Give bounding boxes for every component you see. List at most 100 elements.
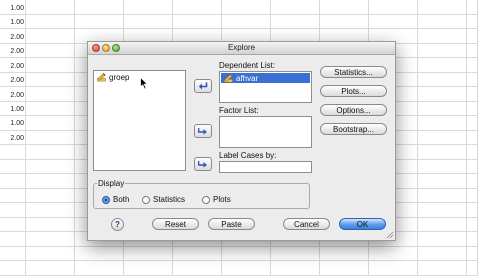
grid-cell[interactable]	[467, 203, 478, 218]
grid-cell[interactable]	[369, 14, 418, 29]
grid-cell[interactable]	[26, 174, 75, 189]
statistics-button[interactable]: Statistics...	[320, 66, 387, 78]
grid-cell[interactable]	[0, 174, 26, 189]
grid-cell[interactable]	[467, 232, 478, 247]
grid-cell[interactable]	[26, 116, 75, 131]
grid-cell[interactable]	[418, 246, 467, 261]
grid-cell[interactable]	[0, 217, 26, 232]
display-both-label[interactable]: Both	[113, 195, 129, 204]
grid-cell[interactable]	[467, 0, 478, 15]
display-statistics-label[interactable]: Statistics	[153, 195, 185, 204]
move-to-factor-button[interactable]	[194, 124, 212, 138]
cell-value[interactable]: 2.00	[0, 63, 24, 70]
grid-cell[interactable]	[467, 72, 478, 87]
grid-cell[interactable]	[222, 261, 271, 276]
grid-cell[interactable]	[418, 58, 467, 73]
help-button[interactable]: ?	[111, 218, 124, 231]
grid-cell[interactable]	[26, 58, 75, 73]
grid-cell[interactable]	[467, 159, 478, 174]
grid-cell[interactable]	[222, 14, 271, 29]
grid-cell[interactable]	[467, 174, 478, 189]
label-cases-field[interactable]	[219, 161, 312, 173]
grid-cell[interactable]	[26, 87, 75, 102]
cell-value[interactable]: 2.00	[0, 135, 24, 142]
grid-cell[interactable]	[467, 87, 478, 102]
grid-cell[interactable]	[0, 188, 26, 203]
plots-button[interactable]: Plots...	[320, 85, 387, 97]
grid-cell[interactable]	[418, 0, 467, 15]
grid-cell[interactable]	[467, 130, 478, 145]
display-plots-radio[interactable]	[202, 196, 210, 204]
grid-cell[interactable]	[467, 145, 478, 160]
grid-cell[interactable]	[467, 246, 478, 261]
grid-cell[interactable]	[271, 14, 320, 29]
cell-value[interactable]: 2.00	[0, 92, 24, 99]
grid-cell[interactable]	[173, 14, 222, 29]
grid-cell[interactable]	[26, 130, 75, 145]
grid-cell[interactable]	[0, 246, 26, 261]
grid-cell[interactable]	[418, 188, 467, 203]
grid-cell[interactable]	[467, 261, 478, 276]
grid-cell[interactable]	[0, 159, 26, 174]
grid-cell[interactable]	[124, 246, 173, 261]
grid-cell[interactable]	[418, 43, 467, 58]
grid-cell[interactable]	[418, 29, 467, 44]
move-to-label-cases-button[interactable]	[194, 157, 212, 171]
list-item[interactable]: groep	[97, 73, 129, 82]
grid-cell[interactable]	[467, 29, 478, 44]
grid-cell[interactable]	[26, 72, 75, 87]
dependent-list[interactable]: afhvar	[219, 71, 312, 103]
grid-cell[interactable]	[418, 174, 467, 189]
grid-cell[interactable]	[75, 14, 124, 29]
grid-cell[interactable]	[0, 232, 26, 247]
grid-cell[interactable]	[418, 261, 467, 276]
grid-cell[interactable]	[320, 261, 369, 276]
options-button[interactable]: Options...	[320, 104, 387, 116]
cancel-button[interactable]: Cancel	[283, 218, 330, 230]
grid-cell[interactable]	[26, 203, 75, 218]
grid-cell[interactable]	[418, 232, 467, 247]
display-plots-label[interactable]: Plots	[213, 195, 231, 204]
grid-cell[interactable]	[75, 261, 124, 276]
grid-cell[interactable]	[26, 246, 75, 261]
grid-cell[interactable]	[26, 29, 75, 44]
grid-cell[interactable]	[467, 101, 478, 116]
cell-value[interactable]: 1.00	[0, 19, 24, 26]
grid-cell[interactable]	[418, 217, 467, 232]
grid-cell[interactable]	[26, 145, 75, 160]
resize-grip-icon[interactable]	[386, 231, 394, 239]
display-statistics-radio[interactable]	[142, 196, 150, 204]
bootstrap-button[interactable]: Bootstrap...	[320, 123, 387, 135]
grid-cell[interactable]	[418, 203, 467, 218]
grid-cell[interactable]	[75, 0, 124, 15]
grid-cell[interactable]	[467, 217, 478, 232]
reset-button[interactable]: Reset	[152, 218, 199, 230]
grid-cell[interactable]	[26, 159, 75, 174]
grid-cell[interactable]	[467, 14, 478, 29]
grid-cell[interactable]	[222, 0, 271, 15]
cell-value[interactable]: 1.00	[0, 120, 24, 127]
grid-cell[interactable]	[0, 261, 26, 276]
grid-cell[interactable]	[271, 0, 320, 15]
grid-cell[interactable]	[467, 116, 478, 131]
grid-cell[interactable]	[124, 261, 173, 276]
grid-cell[interactable]	[320, 246, 369, 261]
factor-list[interactable]	[219, 116, 312, 148]
grid-cell[interactable]	[418, 116, 467, 131]
grid-cell[interactable]	[467, 58, 478, 73]
grid-cell[interactable]	[26, 101, 75, 116]
grid-cell[interactable]	[26, 14, 75, 29]
grid-cell[interactable]	[271, 246, 320, 261]
grid-cell[interactable]	[418, 87, 467, 102]
move-to-dependent-button[interactable]	[194, 79, 212, 93]
grid-cell[interactable]	[26, 261, 75, 276]
grid-cell[interactable]	[26, 232, 75, 247]
grid-cell[interactable]	[418, 101, 467, 116]
grid-cell[interactable]	[418, 145, 467, 160]
grid-cell[interactable]	[418, 159, 467, 174]
title-bar[interactable]: Explore	[88, 42, 395, 55]
paste-button[interactable]: Paste	[208, 218, 255, 230]
grid-cell[interactable]	[0, 203, 26, 218]
grid-cell[interactable]	[271, 261, 320, 276]
grid-cell[interactable]	[369, 246, 418, 261]
